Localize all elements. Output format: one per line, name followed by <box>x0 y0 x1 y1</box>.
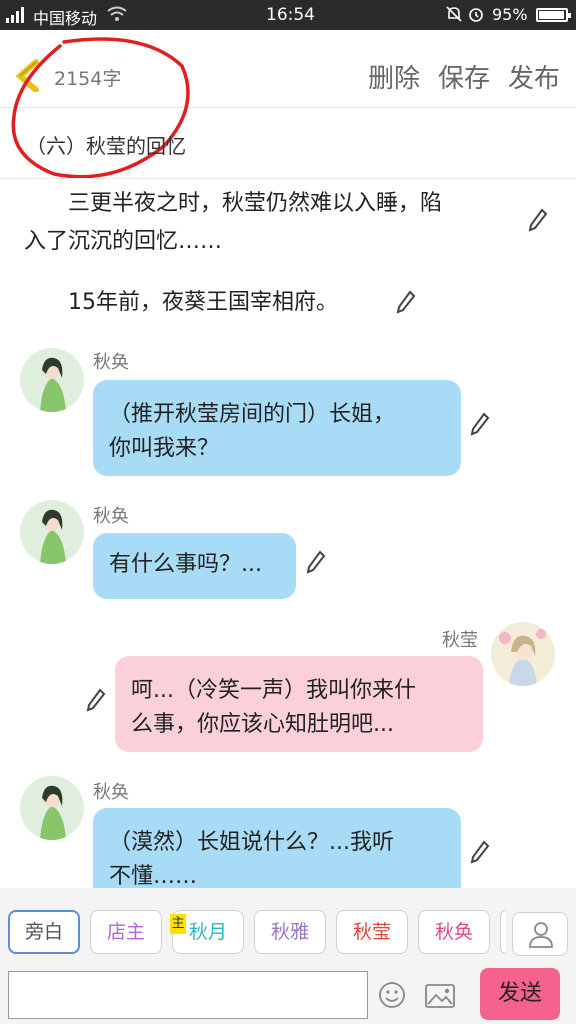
back-arrow-icon[interactable] <box>14 58 44 92</box>
publish-button[interactable]: 发布 <box>508 58 560 95</box>
narration-line: 入了沉沉的回忆…… <box>24 229 223 254</box>
avatar-qiuying[interactable] <box>491 622 555 686</box>
add-role-button[interactable] <box>512 912 568 956</box>
battery-icon <box>536 8 571 22</box>
message-line: （推开秋莹房间的门）长姐， <box>109 402 396 427</box>
status-bar: 中国移动 16:54 95% <box>0 0 576 30</box>
message-line: （漠然）长姐说什么？...我听 <box>109 830 394 855</box>
avatar-qiuhuan[interactable] <box>20 776 84 840</box>
avatar-qiuhuan-image <box>20 500 84 564</box>
wifi-icon <box>107 6 127 21</box>
divider <box>0 178 576 179</box>
narration-paragraph[interactable]: 三更半夜之时，秋莹仍然难以入睡，陷 入了沉沉的回忆…… <box>24 185 524 261</box>
avatar-qiuhuan-image <box>20 348 84 412</box>
role-chip-qiuhuan[interactable]: 秋奂 <box>418 910 490 954</box>
narration-line: 15年前，夜葵王国宰相府。 <box>24 290 338 315</box>
avatar-qiuhuan[interactable] <box>20 348 84 412</box>
edit-pencil-icon[interactable] <box>306 550 326 574</box>
avatar-qiuhuan-image <box>20 776 84 840</box>
message-bubble[interactable]: （推开秋莹房间的门）长姐， 你叫我来？ <box>93 380 461 476</box>
narration-line: 三更半夜之时，秋莹仍然难以入睡，陷 <box>24 191 443 216</box>
role-chip-narration[interactable]: 旁白 <box>8 910 80 954</box>
word-count: 2154字 <box>54 68 122 90</box>
delete-button[interactable]: 删除 <box>368 58 420 95</box>
input-bar: 发送 <box>0 964 576 1024</box>
edit-pencil-icon[interactable] <box>470 840 490 864</box>
image-icon[interactable] <box>424 982 456 1010</box>
edit-pencil-icon[interactable] <box>396 290 416 314</box>
person-icon <box>529 922 553 948</box>
message-line: 么事，你应该心知肚明吧... <box>131 712 394 737</box>
speaker-name: 秋莹 <box>442 630 478 651</box>
message-bubble[interactable]: 有什么事吗？... <box>93 533 296 599</box>
role-selector-bar: 旁白 店主 秋月 秋雅 秋莹 秋奂 <box>0 888 576 964</box>
role-chip-qiuya[interactable]: 秋雅 <box>254 910 326 954</box>
speaker-name: 秋奂 <box>93 782 129 803</box>
carrier-name: 中国移动 <box>33 9 98 28</box>
message-input[interactable] <box>8 971 368 1019</box>
role-chip-qiuying[interactable]: 秋莹 <box>336 910 408 954</box>
emoji-icon[interactable] <box>378 981 406 1009</box>
signal-icon <box>6 7 24 23</box>
role-chip-host[interactable]: 店主 <box>90 910 162 954</box>
avatar-qiuying-image <box>491 622 555 686</box>
save-button[interactable]: 保存 <box>438 58 490 95</box>
edit-pencil-icon[interactable] <box>470 412 490 436</box>
battery-level <box>539 11 564 19</box>
chapter-title: （六）秋莹的回忆 <box>26 134 186 158</box>
speaker-name: 秋奂 <box>93 352 129 373</box>
battery-percent: 95% <box>492 5 528 24</box>
header-actions: 删除 保存 发布 <box>368 58 560 95</box>
avatar-qiuhuan[interactable] <box>20 500 84 564</box>
clock: 16:54 <box>266 5 315 25</box>
edit-pencil-icon[interactable] <box>86 688 106 712</box>
message-line: 你叫我来？ <box>109 436 220 461</box>
send-button[interactable]: 发送 <box>480 968 560 1020</box>
editor-header: 2154字 删除 保存 发布 <box>0 30 576 108</box>
edit-pencil-icon[interactable] <box>528 208 548 232</box>
message-line: 呵...（冷笑一声）我叫你来什 <box>131 678 416 703</box>
alarm-icon <box>469 8 483 22</box>
host-badge: 主 <box>170 914 186 934</box>
narration-paragraph[interactable]: 15年前，夜葵王国宰相府。 <box>24 284 424 322</box>
message-line: 有什么事吗？... <box>109 552 262 577</box>
message-bubble[interactable]: 呵...（冷笑一声）我叫你来什 么事，你应该心知肚明吧... <box>115 656 483 752</box>
mute-icon <box>446 6 462 22</box>
speaker-name: 秋奂 <box>93 506 129 527</box>
role-chip-partial[interactable] <box>500 910 506 954</box>
